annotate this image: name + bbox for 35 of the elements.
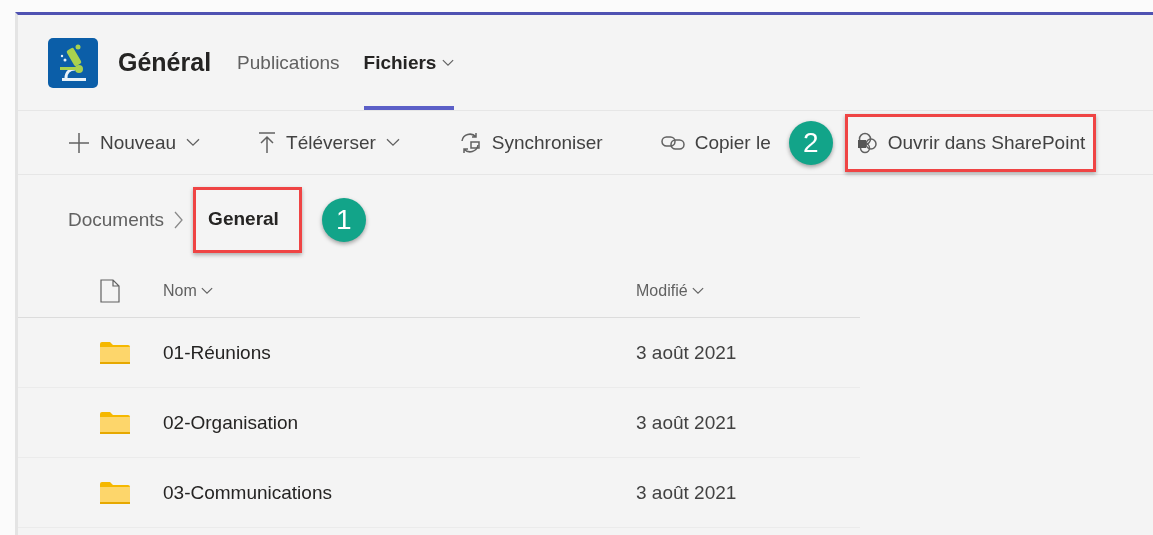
microscope-logo [48,37,98,88]
folder-icon [100,411,130,434]
toolbar-button[interactable]: Copier le [660,122,771,163]
file-name[interactable]: 02-Organisation [163,411,636,434]
chevron-down-icon [200,287,213,295]
toolbar-button[interactable]: Synchroniser [457,122,603,163]
column-header[interactable]: Nom [163,282,636,300]
callout-number: 2 [788,120,833,165]
toolbar-button[interactable]: Nouveau [68,122,201,163]
link-icon [660,134,685,151]
chevron-down-icon [186,138,201,147]
file-name[interactable]: 01-Réunions [163,341,636,364]
channel-title: Général [118,48,212,77]
breadcrumb-item: General [193,187,302,253]
modified-date: 3 août 2021 [636,411,738,434]
modified-date: 3 août 2021 [636,341,738,364]
file-icon [100,279,120,303]
plus-icon [68,131,90,154]
modified-date: 3 août 2021 [636,481,738,504]
sharepoint-icon [855,131,878,154]
breadcrumb-item[interactable]: Documents [68,209,165,231]
chevron-down-icon [385,138,400,147]
file-name[interactable]: 03-Communications [163,481,636,504]
toolbar-button[interactable]: Téléverser [258,122,400,163]
callout-number: 1 [321,198,366,242]
chevron-right-icon [174,211,184,229]
column-header[interactable]: Modifié [636,282,860,300]
channel-tab[interactable]: Publications [237,15,340,110]
upload-icon [258,131,277,154]
toolbar-button[interactable]: Ouvrir dans SharePoint [844,113,1097,172]
chevron-down-icon [691,287,704,295]
folder-icon [100,481,130,504]
chevron-down-icon [442,58,455,67]
folder-icon [100,341,130,364]
channel-tab[interactable]: Fichiers [363,15,455,110]
